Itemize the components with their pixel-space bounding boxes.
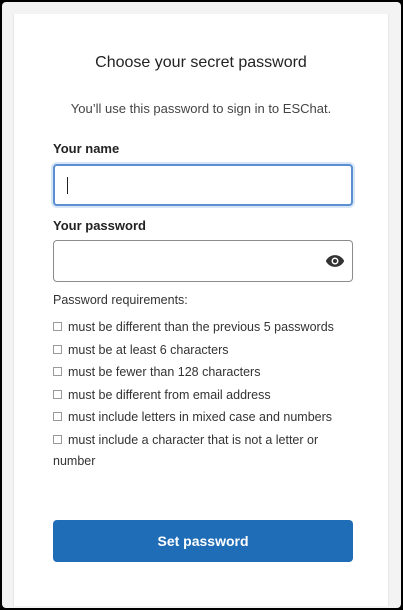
checkbox-icon [53,389,62,399]
name-input[interactable] [53,164,353,206]
name-label: Your name [53,141,120,156]
checkbox-icon [53,367,62,376]
requirement-item: must be different from email address [53,385,353,407]
requirement-text: must be at least 6 characters [68,342,229,357]
password-input[interactable] [53,240,353,282]
window-frame: Choose your secret password You’ll use t… [2,2,401,608]
checkbox-icon [53,344,62,354]
requirement-item: must include letters in mixed case and n… [53,407,353,429]
requirement-text: must be different from email address [68,387,271,402]
checkbox-icon [53,322,62,331]
set-password-button[interactable]: Set password [53,520,353,562]
checkbox-icon [53,434,62,444]
requirement-item: must include a character that is not a l… [53,430,353,473]
requirement-item: must be at least 6 characters [53,340,353,362]
password-card: Choose your secret password You’ll use t… [13,14,389,606]
requirement-item: must be different than the previous 5 pa… [53,317,353,339]
requirements-heading: Password requirements: [53,293,188,307]
requirement-item: must be fewer than 128 characters [53,362,353,384]
requirement-text: must be different than the previous 5 pa… [68,320,334,334]
requirements-list: must be different than the previous 5 pa… [53,317,353,474]
password-label: Your password [53,218,146,233]
page-title: Choose your secret password [95,54,307,71]
requirement-text: must be fewer than 128 characters [68,365,261,379]
page-subtitle: You’ll use this password to sign in to E… [70,101,332,116]
text-caret [67,177,68,194]
requirement-text: must include letters in mixed case and n… [68,410,333,424]
eye-icon[interactable] [325,254,345,268]
requirement-text: must include a character that is not a l… [53,432,319,469]
checkbox-icon [53,412,62,421]
